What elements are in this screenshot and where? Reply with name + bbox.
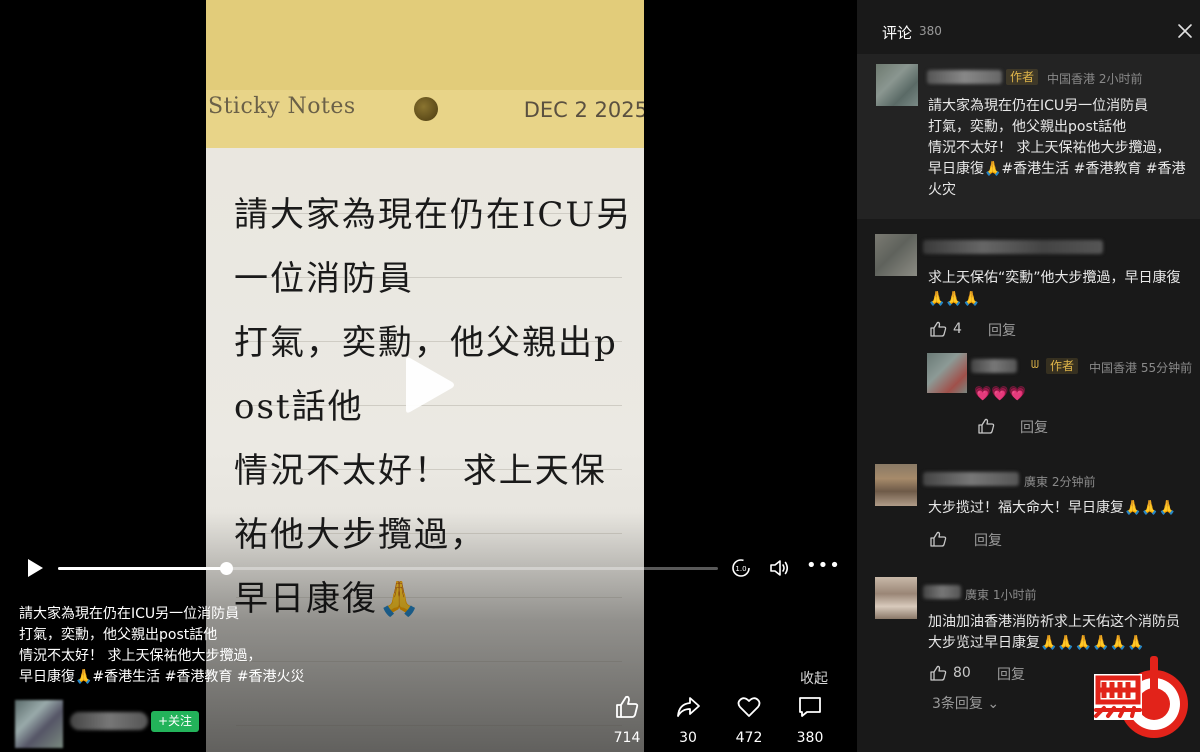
comment-like-button[interactable]: 4	[929, 320, 979, 340]
progress-bar[interactable]	[58, 562, 718, 575]
reply-button[interactable]: 回复	[988, 320, 1016, 340]
collapse-caption-button[interactable]: 收起	[800, 668, 828, 688]
share-button[interactable]: 30	[665, 694, 711, 746]
comment-avatar[interactable]	[875, 464, 917, 506]
comment-text: 大步揽过！福大命大！早日康复🙏🙏🙏	[928, 500, 1177, 516]
reply-like-button[interactable]	[977, 417, 1001, 437]
comments-title: 评论	[882, 24, 913, 42]
reply-text: 💗💗💗	[974, 386, 1027, 402]
comment-text: 求上天保佑“奕勳”他大步攬過，早日康復 🙏🙏🙏	[928, 270, 1181, 307]
comment-username-blurred[interactable]	[923, 240, 1103, 254]
thumbs-up-icon	[930, 665, 947, 681]
comment-avatar[interactable]	[876, 64, 918, 106]
video-controls: 1.0 •••	[0, 553, 857, 583]
comment-icon	[799, 697, 821, 717]
reply-username-blurred[interactable]	[971, 359, 1017, 373]
author-name-blurred[interactable]	[70, 712, 148, 730]
comment-meta: 廣東 1小时前	[965, 588, 1037, 602]
video-caption: 請大家為現在仍在ICU另一位消防員 打氣，奕勳，他父親出post話他 情況不太好…	[19, 606, 305, 685]
comment-username-blurred[interactable]	[927, 70, 1002, 84]
favorite-button[interactable]: 472	[726, 694, 772, 746]
sticky-note-header	[206, 0, 644, 148]
thumbs-up-icon	[616, 695, 639, 718]
broadcaster-logo-icon	[1094, 656, 1188, 738]
reply-avatar[interactable]	[927, 353, 967, 393]
follow-button[interactable]: +关注	[151, 711, 199, 732]
comment-username-blurred[interactable]	[923, 585, 961, 599]
expand-replies-button[interactable]: 3条回复 ⌄	[932, 693, 999, 713]
reply-button[interactable]: 回复	[997, 664, 1025, 684]
comment-meta: 廣東 2分钟前	[1024, 475, 1096, 489]
author-tag: 作者	[1006, 69, 1039, 85]
share-icon	[677, 697, 700, 717]
reply-meta: 中国香港 55分钟前	[1089, 361, 1193, 375]
sticky-note-hole	[414, 97, 438, 121]
play-icon-large[interactable]	[400, 356, 456, 414]
reply-button[interactable]: 回复	[1020, 417, 1048, 437]
playback-speed-label: 1.0	[735, 565, 746, 573]
comment-button[interactable]: 380	[787, 694, 833, 746]
comment-text: 請大家為現在仍在ICU另一位消防員 打氣，奕勳，他父親出post話他 情況不太好…	[928, 98, 1186, 198]
comment-count: 380	[796, 730, 824, 746]
volume-icon[interactable]	[769, 559, 789, 577]
author-badge-icon: ᗯ	[1031, 358, 1039, 371]
progress-handle[interactable]	[220, 562, 234, 575]
progress-fill	[58, 567, 227, 570]
like-button[interactable]: 714	[604, 694, 650, 746]
comment-username-blurred[interactable]	[923, 472, 1019, 486]
comment-text: 加油加油香港消防祈求上天佑这个消防员 大步览过早日康复🙏🙏🙏🙏🙏🙏	[928, 614, 1180, 651]
thumbs-up-icon	[930, 531, 947, 547]
comment-like-count: 80	[953, 665, 971, 681]
comment-meta: 中国香港 2小时前	[1047, 72, 1143, 86]
author-avatar[interactable]	[15, 700, 63, 748]
comment-like-count: 4	[953, 321, 962, 337]
play-icon[interactable]	[26, 558, 44, 578]
comment-like-button[interactable]	[929, 530, 953, 550]
close-icon[interactable]	[1176, 22, 1194, 40]
like-count: 714	[613, 730, 641, 746]
playback-speed-icon[interactable]: 1.0	[731, 558, 751, 578]
more-options-icon[interactable]: •••	[806, 557, 840, 578]
favorite-count: 472	[735, 730, 763, 746]
reply-button[interactable]: 回复	[974, 530, 1002, 550]
comments-total: 380	[919, 24, 942, 38]
video-player[interactable]: Sticky Notes DEC 2 2025 請大家為現在仍在ICU另 一位消…	[0, 0, 857, 752]
comments-panel: 评论 380 作者 中国香港 2小时前 請大家為現在仍在ICU另一位消防員 打氣…	[857, 0, 1200, 752]
comment-like-button[interactable]: 80	[929, 664, 979, 684]
sticky-note-date: DEC 2 2025	[523, 98, 644, 122]
comments-header: 评论 380	[857, 0, 1200, 58]
share-count: 30	[679, 730, 697, 746]
sticky-note-brand: Sticky Notes	[208, 94, 356, 119]
pinned-comment: 作者 中国香港 2小时前 請大家為現在仍在ICU另一位消防員 打氣，奕勳，他父親…	[857, 54, 1200, 219]
comment-avatar[interactable]	[875, 234, 917, 276]
author-tag: 作者	[1046, 358, 1079, 374]
thumbs-up-icon	[978, 418, 995, 434]
heart-icon	[737, 697, 761, 717]
comment-avatar[interactable]	[875, 577, 917, 619]
thumbs-up-icon	[930, 321, 947, 337]
